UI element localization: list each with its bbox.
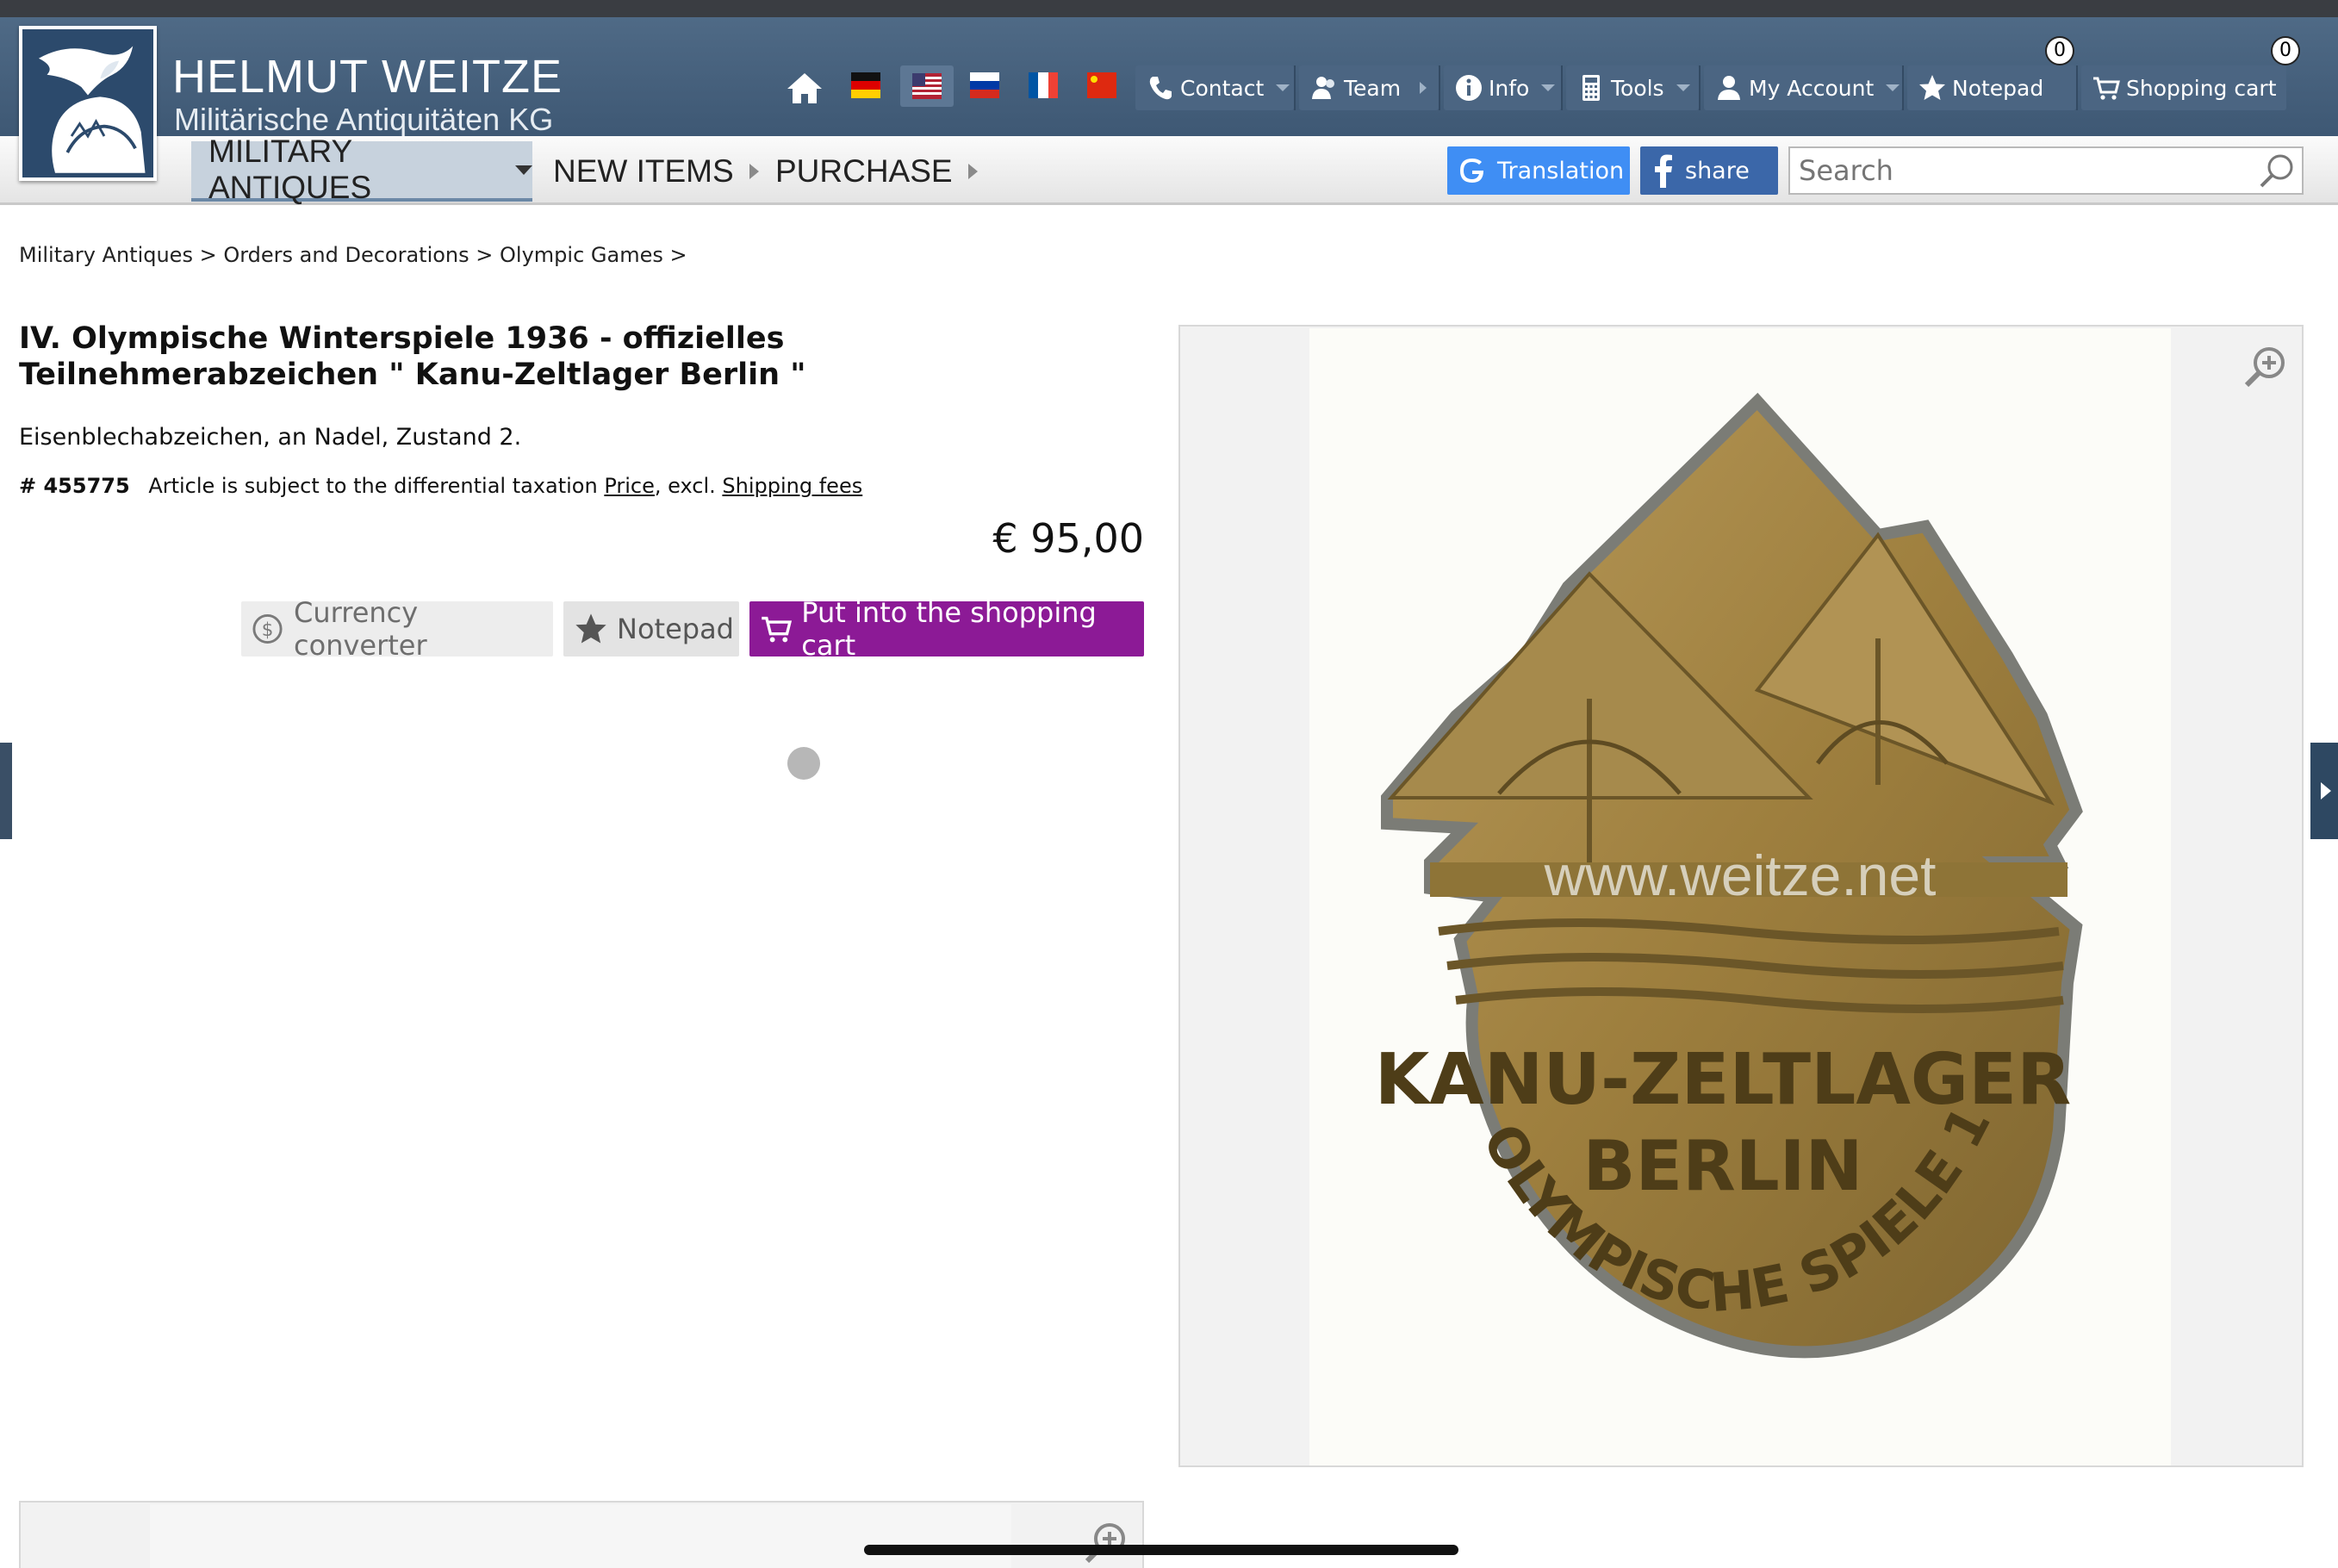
breadcrumb-separator: >	[476, 243, 494, 267]
home-icon[interactable]	[786, 71, 824, 105]
add-to-cart-label: Put into the shopping cart	[801, 596, 1097, 662]
star-icon	[575, 613, 606, 644]
article-number: # 455775	[19, 474, 130, 498]
shipping-fees-link[interactable]: Shipping fees	[722, 474, 862, 498]
search-input[interactable]	[1788, 146, 2304, 195]
nav-notepad[interactable]: Notepad	[1907, 65, 2078, 110]
team-icon	[1312, 77, 1334, 99]
nav-tools-label: Tools	[1611, 75, 1664, 101]
site-header: HELMUT WEITZE Militärische Antiquitäten …	[0, 17, 2338, 137]
product-description: Eisenblechabzeichen, an Nadel, Zustand 2…	[19, 424, 522, 451]
nav-my-account[interactable]: My Account	[1704, 65, 1904, 110]
notepad-count-badge: 0	[2045, 36, 2074, 65]
breadcrumb-military-antiques[interactable]: Military Antiques	[19, 243, 193, 267]
phone-icon	[1149, 77, 1172, 100]
translation-label: Translation	[1497, 157, 1625, 184]
nav-shopping-cart[interactable]: Shopping cart	[2081, 65, 2286, 110]
add-to-cart-button[interactable]: Put into the shopping cart	[749, 596, 1144, 662]
zoom-in-icon[interactable]	[1082, 1520, 1129, 1566]
cart-count-badge: 0	[2271, 36, 2300, 65]
breadcrumb: Military Antiques > Orders and Decoratio…	[19, 243, 687, 267]
nav-notepad-label: Notepad	[1952, 75, 2044, 101]
tax-note: Article is subject to the differential t…	[148, 474, 598, 498]
chevron-right-icon	[749, 164, 759, 179]
main-navigation: MILITARY ANTIQUES NEW ITEMS PURCHASE Tra…	[0, 134, 2338, 205]
menu-purchase[interactable]: PURCHASE	[775, 141, 978, 202]
cart-icon	[2093, 77, 2120, 100]
user-icon	[1718, 76, 1740, 100]
cart-icon	[762, 616, 793, 643]
flag-fr-icon[interactable]	[1029, 72, 1058, 98]
menu-new-items[interactable]: NEW ITEMS	[553, 141, 759, 202]
google-g-icon	[1460, 159, 1483, 183]
menu-military-antiques[interactable]: MILITARY ANTIQUES	[191, 134, 532, 205]
badge-text-line2: BERLIN	[1583, 1126, 1863, 1206]
nav-tools[interactable]: Tools	[1566, 65, 1701, 110]
breadcrumb-olympic-games[interactable]: Olympic Games	[500, 243, 663, 267]
helmet-eagle-logo-icon	[22, 29, 153, 177]
chevron-down-icon	[515, 165, 532, 175]
next-item-arrow[interactable]	[2310, 743, 2338, 839]
product-image-panel-2[interactable]	[19, 1501, 1144, 1568]
star-icon	[1919, 75, 1945, 100]
currency-converter-label: Currency converter	[294, 596, 427, 662]
nav-shopping-cart-label: Shopping cart	[2126, 75, 2277, 101]
chevron-down-icon	[1541, 84, 1556, 91]
translation-button[interactable]: Translation	[1447, 146, 1630, 195]
menu-new-items-label: NEW ITEMS	[553, 153, 734, 189]
share-label: share	[1685, 157, 1750, 184]
breadcrumb-separator: >	[669, 243, 687, 267]
flag-us-selected[interactable]	[900, 65, 954, 107]
nav-team-label: Team	[1344, 75, 1402, 101]
breadcrumb-separator: >	[199, 243, 217, 267]
site-logo[interactable]	[19, 26, 157, 181]
nav-contact[interactable]: Contact	[1135, 65, 1296, 110]
nav-info-label: Info	[1489, 75, 1530, 101]
info-icon	[1456, 75, 1482, 101]
notepad-button[interactable]: Notepad	[563, 601, 739, 656]
flag-ru-icon[interactable]	[970, 72, 999, 98]
dollar-circle-icon: $	[252, 613, 283, 644]
product-meta: # 455775 Article is subject to the diffe…	[19, 474, 862, 498]
nav-my-account-label: My Account	[1749, 75, 1875, 101]
currency-converter-button[interactable]: $ Currency converter	[241, 596, 553, 662]
facebook-icon	[1655, 154, 1672, 188]
chevron-down-icon	[1886, 84, 1900, 91]
calculator-icon	[1583, 75, 1600, 101]
product-image-panel[interactable]: www.weitze.net KANU-ZELTLAGER BERLIN OLY…	[1178, 325, 2304, 1467]
product-title: IV. Olympische Winterspiele 1936 - offiz…	[19, 321, 806, 392]
status-strip	[0, 0, 2338, 17]
facebook-share-button[interactable]: share	[1640, 146, 1778, 195]
menu-purchase-label: PURCHASE	[775, 153, 953, 189]
brand-title[interactable]: HELMUT WEITZE	[172, 50, 563, 103]
zoom-in-icon[interactable]	[2242, 344, 2288, 390]
svg-text:$: $	[262, 619, 274, 641]
product-price: € 95,00	[992, 515, 1144, 562]
chevron-right-icon	[967, 164, 978, 179]
search-icon[interactable]	[2257, 152, 2297, 191]
nav-contact-label: Contact	[1180, 75, 1265, 101]
excl-text: , excl.	[654, 474, 716, 498]
chevron-down-icon	[1676, 84, 1690, 91]
watermark-text: www.weitze.net	[1544, 843, 1937, 907]
nav-team[interactable]: Team	[1299, 65, 1440, 110]
loading-indicator	[787, 747, 820, 780]
home-indicator[interactable]	[864, 1545, 1458, 1555]
flag-de-icon[interactable]	[851, 72, 880, 98]
price-link[interactable]: Price	[604, 474, 655, 498]
product-image[interactable]: www.weitze.net KANU-ZELTLAGER BERLIN OLY…	[1309, 328, 2171, 1465]
flag-us-icon	[912, 73, 942, 99]
brand-subtitle: Militärische Antiquitäten KG	[174, 102, 554, 137]
notepad-label: Notepad	[617, 613, 734, 645]
previous-item-handle[interactable]	[0, 743, 12, 839]
badge-image: www.weitze.net KANU-ZELTLAGER BERLIN OLY…	[1309, 328, 2083, 1359]
product-image-2[interactable]	[150, 1504, 1011, 1568]
nav-info[interactable]: Info	[1444, 65, 1563, 110]
breadcrumb-orders-decorations[interactable]: Orders and Decorations	[223, 243, 469, 267]
flag-cn-icon[interactable]	[1087, 72, 1116, 98]
menu-military-antiques-label: MILITARY ANTIQUES	[208, 134, 372, 205]
chevron-down-icon	[1276, 84, 1290, 91]
